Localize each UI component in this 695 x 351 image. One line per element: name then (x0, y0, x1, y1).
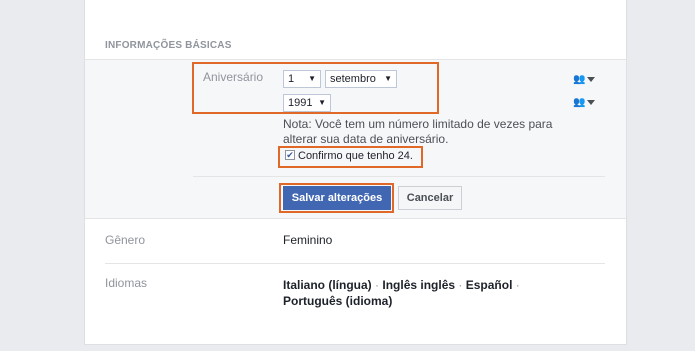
caret-down-icon (587, 100, 595, 105)
audience-selector-year[interactable]: 👥 (573, 97, 597, 109)
confirm-highlight-box (278, 146, 423, 168)
cancel-button[interactable]: Cancelar (398, 186, 462, 210)
gender-value: Feminino (283, 233, 333, 247)
audience-selector-date[interactable]: 👥 (573, 74, 597, 86)
birthday-edit-area: Aniversário 1 ▼ setembro ▼ 1991 ▼ 👥 👥 No… (85, 59, 626, 219)
people-icon: 👥 (573, 74, 586, 85)
divider (193, 176, 605, 177)
separator: · (458, 278, 466, 292)
languages-list: Italiano (língua) · Inglês inglês · Espa… (283, 277, 563, 309)
birthday-highlight-box (192, 62, 439, 114)
language-item[interactable]: Inglês inglês (382, 278, 455, 292)
section-header: INFORMAÇÕES BÁSICAS (105, 40, 232, 51)
language-item[interactable]: Italiano (língua) (283, 278, 372, 292)
language-item[interactable]: Português (idioma) (283, 294, 392, 308)
people-icon: 👥 (573, 97, 586, 108)
save-highlight-box (279, 183, 394, 213)
language-item[interactable]: Español (466, 278, 513, 292)
divider (105, 263, 605, 264)
settings-panel: INFORMAÇÕES BÁSICAS Aniversário 1 ▼ sete… (84, 0, 627, 345)
caret-down-icon (587, 77, 595, 82)
gender-label: Gênero (105, 233, 146, 247)
languages-label: Idiomas (105, 276, 148, 290)
birthday-note: Nota: Você tem um número limitado de vez… (283, 117, 553, 146)
separator: · (515, 278, 520, 292)
